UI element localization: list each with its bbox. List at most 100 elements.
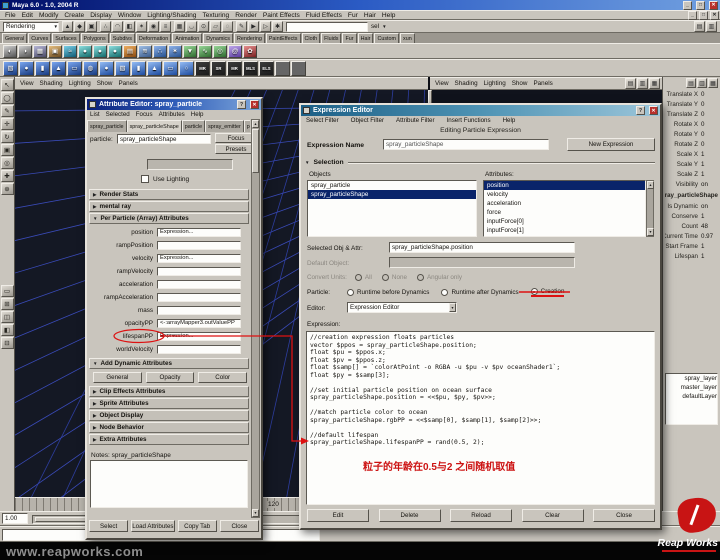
attribute-field[interactable]: Expression...: [157, 228, 241, 237]
attribute-section-header[interactable]: Node Behavior: [89, 422, 249, 433]
menu-item[interactable]: Select Filter: [303, 117, 342, 124]
shelf-tab[interactable]: Curves: [28, 33, 51, 43]
channel-row[interactable]: Current Time0.97: [663, 231, 720, 241]
app-minimize-button[interactable]: [683, 1, 692, 10]
node-tab[interactable]: spray_emitter: [205, 120, 244, 132]
shelf-tab[interactable]: Dynamics: [203, 33, 233, 43]
channel-row[interactable]: Rotate Y0: [663, 129, 720, 139]
nurbs-cone-icon[interactable]: ▲: [147, 61, 162, 76]
layout-graph-icon[interactable]: ⊟: [1, 337, 14, 349]
use-lighting-checkbox[interactable]: [141, 175, 149, 183]
menu-item[interactable]: Texturing: [199, 12, 232, 19]
select-object-icon[interactable]: ◆: [74, 21, 85, 32]
attribute-field[interactable]: Expression...: [157, 332, 241, 341]
render-globals-icon[interactable]: ✱: [272, 21, 283, 32]
panel-layout-icon-2[interactable]: ▥: [637, 78, 648, 89]
app-maximize-button[interactable]: [696, 1, 705, 10]
attribute-list-item[interactable]: inputForce[1]: [484, 226, 645, 235]
attribute-list-item[interactable]: position: [484, 181, 645, 190]
add-attribute-button[interactable]: Opacity: [146, 372, 195, 383]
attributes-list-scrollbar[interactable]: [646, 180, 654, 237]
panel-menu-item[interactable]: Shading: [37, 80, 66, 87]
layout-two-pane-icon[interactable]: ◫: [1, 311, 14, 323]
menu-item[interactable]: Focus: [133, 111, 156, 118]
snap-plane-icon[interactable]: ▱: [210, 21, 221, 32]
layer-item[interactable]: master_layer: [666, 383, 717, 392]
attribute-editor-titlebar[interactable]: Attribute Editor: spray_particle: [87, 99, 261, 110]
select-hierarchy-icon[interactable]: ▲: [62, 21, 73, 32]
expression-code-area[interactable]: //creation expression floats particlesve…: [306, 331, 655, 505]
attribute-editor-scrollbar[interactable]: [251, 119, 260, 518]
channel-row[interactable]: Scale X1: [663, 149, 720, 159]
poly-sphere-icon[interactable]: ●: [19, 61, 34, 76]
layout-four-pane-icon[interactable]: ⊞: [1, 298, 14, 310]
expression-name-field[interactable]: spray_particleShape: [383, 139, 549, 150]
footer-button[interactable]: Load Attributes: [131, 520, 174, 532]
construction-history-icon[interactable]: ✎: [236, 21, 247, 32]
select-component-icon[interactable]: ▣: [86, 21, 97, 32]
channel-row[interactable]: Scale Y1: [663, 159, 720, 169]
shelf-tab[interactable]: Rendering: [234, 33, 265, 43]
node-tab[interactable]: particleClo: [244, 120, 250, 132]
env-fog-icon[interactable]: ≋: [138, 45, 152, 58]
poly-cylinder-icon[interactable]: ▮: [35, 61, 50, 76]
menu-item[interactable]: Selected: [103, 111, 133, 118]
footer-button[interactable]: Select: [89, 520, 128, 532]
menu-item[interactable]: Help: [500, 117, 519, 124]
channel-row[interactable]: Is Dynamicon: [663, 201, 720, 211]
selection-section-header[interactable]: Selection: [305, 157, 655, 167]
panel-menu-item[interactable]: Show: [509, 80, 531, 87]
panel-menu-item[interactable]: Panels: [115, 80, 140, 87]
app-close-button[interactable]: [709, 1, 718, 10]
close-window-button[interactable]: [649, 106, 658, 115]
menu-item[interactable]: Help: [379, 12, 399, 19]
poly-cone-icon[interactable]: ▲: [51, 61, 66, 76]
panel-menu-item[interactable]: View: [17, 80, 37, 87]
particle-expression-type-radio[interactable]: Creation: [531, 288, 565, 297]
channel-row[interactable]: Visibilityon: [663, 179, 720, 189]
ocean-shader-icon[interactable]: ≈: [63, 45, 77, 58]
shelf-tab[interactable]: Animation: [172, 33, 202, 43]
menu-item[interactable]: Edit: [19, 12, 36, 19]
render-globals-icon[interactable]: ▦: [33, 45, 47, 58]
show-manip-tool-icon[interactable]: ✚: [1, 170, 14, 182]
paint-select-tool-icon[interactable]: ✎: [1, 105, 14, 117]
paint-effects-brush-icon[interactable]: ✿: [243, 45, 257, 58]
editor-dropdown[interactable]: Expression Editor: [347, 302, 457, 313]
menu-item[interactable]: Attribute Filter: [393, 117, 438, 124]
layer-item[interactable]: spray_layer: [666, 374, 717, 383]
channel-row[interactable]: Conserve1: [663, 211, 720, 221]
render-frame-icon[interactable]: ▶: [248, 21, 259, 32]
live-surface-icon[interactable]: ◌: [222, 21, 233, 32]
channel-row[interactable]: Rotate X0: [663, 119, 720, 129]
split-tab-icon[interactable]: ▦: [708, 78, 718, 88]
scale-tool-icon[interactable]: ▣: [1, 144, 14, 156]
select-dynamics-icon[interactable]: ✶: [136, 21, 147, 32]
channel-row[interactable]: Translate Y0: [663, 99, 720, 109]
attribute-list-item[interactable]: force: [484, 208, 645, 217]
panel-menu-item[interactable]: Lighting: [66, 80, 94, 87]
channel-row[interactable]: Count48: [663, 221, 720, 231]
node-tab[interactable]: particle: [182, 120, 205, 132]
menu-item[interactable]: Paint Effects: [260, 12, 303, 19]
select-tool-icon[interactable]: ↖: [1, 79, 14, 91]
channel-box-tab-icon[interactable]: ▤: [686, 78, 696, 88]
nurbs-sphere-icon[interactable]: ●: [99, 61, 114, 76]
child-restore-button[interactable]: [699, 11, 708, 20]
menu-item[interactable]: Fur: [345, 12, 361, 19]
mls-icon[interactable]: MLS: [243, 61, 258, 76]
poly-cube-icon[interactable]: ▧: [3, 61, 18, 76]
layout-single-pane-icon[interactable]: ▭: [1, 285, 14, 297]
shelf-tab[interactable]: Fur: [342, 33, 356, 43]
nurbs-cylinder-icon[interactable]: ▮: [131, 61, 146, 76]
scroll-up-icon[interactable]: [252, 120, 259, 128]
node-tab[interactable]: spray_particle: [87, 120, 127, 132]
lambert-shader-icon[interactable]: ●: [108, 45, 122, 58]
mr-material-icon[interactable]: MR: [227, 61, 242, 76]
menu-item[interactable]: Object Filter: [348, 117, 387, 124]
add-dynamic-section-header[interactable]: Add Dynamic Attributes: [89, 358, 249, 369]
shelf-tab[interactable]: Cloth: [302, 33, 321, 43]
mr-render-icon[interactable]: MR: [195, 61, 210, 76]
footer-button[interactable]: Copy Tab: [178, 520, 217, 532]
new-expression-button[interactable]: New Expression: [567, 138, 655, 151]
